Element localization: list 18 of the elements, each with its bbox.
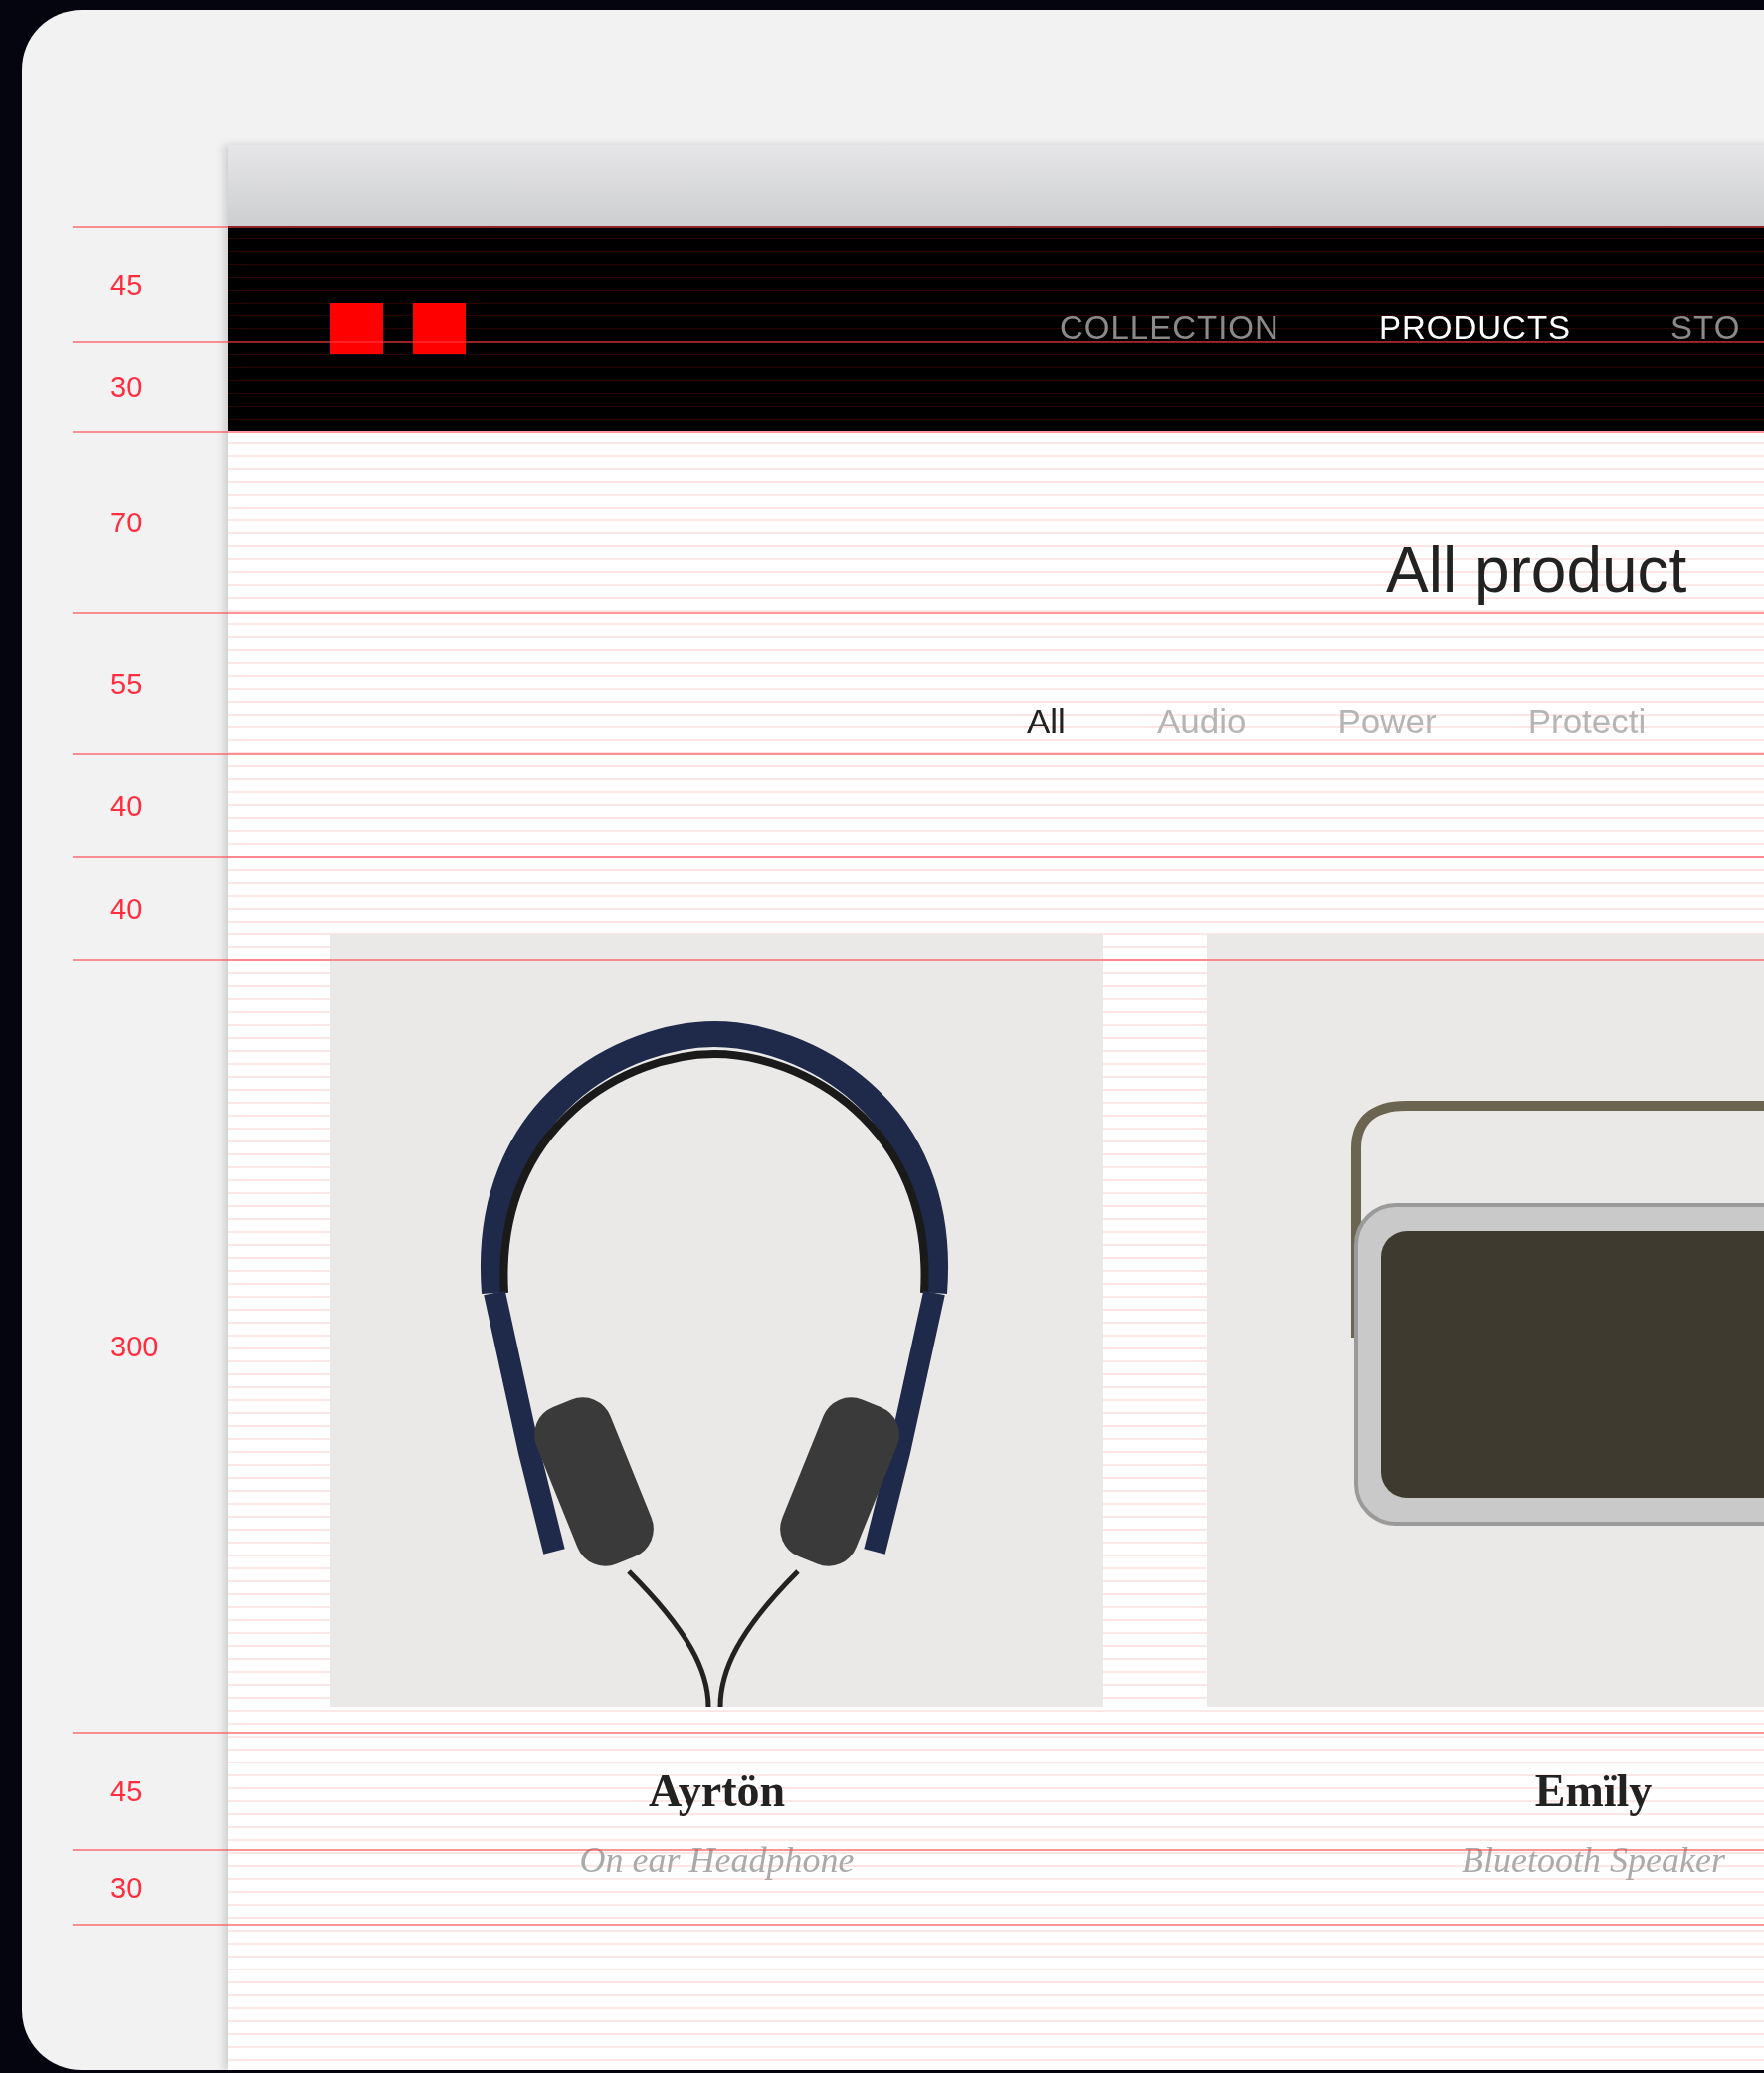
dimension-label: 40 — [110, 892, 143, 926]
dimension-label: 300 — [110, 1330, 159, 1363]
product-subtitle: Bluetooth Speaker — [1462, 1839, 1725, 1881]
dimension-label: 40 — [110, 789, 143, 822]
product-name[interactable]: Emïly — [1534, 1764, 1653, 1817]
nav-link[interactable]: COLLECTION — [1060, 310, 1279, 347]
nav-link[interactable]: STO — [1670, 310, 1741, 347]
dimension-label: 30 — [110, 370, 143, 404]
dimension-label: 30 — [110, 1871, 143, 1904]
logo-icon[interactable] — [330, 303, 466, 354]
product-name[interactable]: Ayrtön — [648, 1764, 786, 1817]
dimension-label: 45 — [110, 268, 143, 302]
product-subtitle: On ear Headphone — [579, 1839, 855, 1881]
dimension-label: 70 — [110, 506, 143, 539]
nav-link[interactable]: PRODUCTS — [1378, 310, 1572, 347]
dimension-label: 55 — [110, 667, 143, 701]
dimension-label: 45 — [110, 1774, 143, 1808]
filter-tab[interactable]: All — [1027, 704, 1066, 738]
